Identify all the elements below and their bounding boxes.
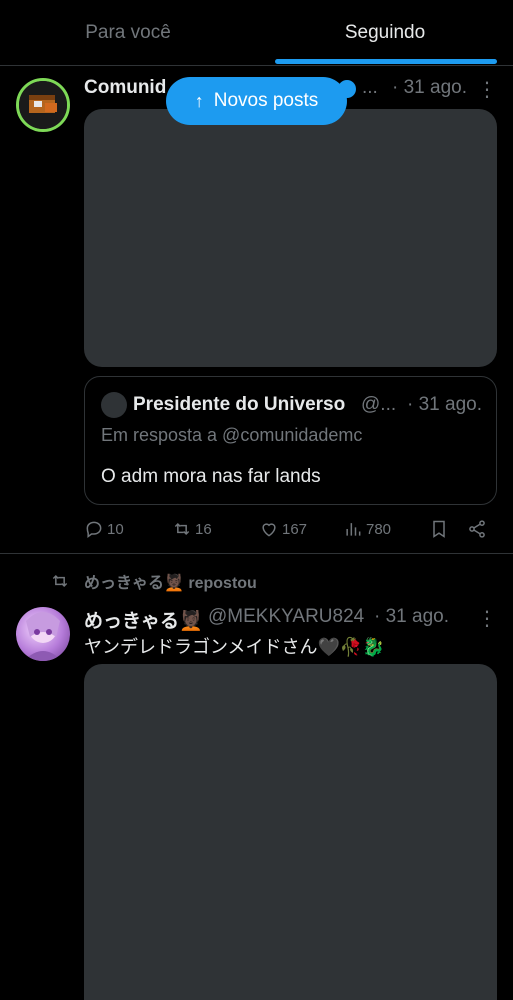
more-options-icon[interactable]: ⋮ (477, 80, 497, 100)
view-count: 780 (366, 520, 392, 538)
bookmark-button[interactable] (429, 519, 449, 539)
new-posts-button[interactable]: ↑ Novos posts (166, 77, 347, 125)
post-author-name[interactable]: めっきゃる💆🏿 (84, 606, 203, 633)
like-count: 167 (282, 520, 308, 538)
tab-seguindo[interactable]: Seguindo (257, 0, 513, 66)
repost-button[interactable]: 16 (172, 519, 212, 539)
views-icon (346, 523, 361, 536)
post-actions: 10 16 167 780 (84, 519, 497, 541)
avatar (101, 392, 127, 418)
post-timestamp[interactable]: · 31 ago. (392, 77, 467, 99)
reply-context: Em resposta a @comunidademc (101, 425, 363, 445)
reply-icon (86, 521, 102, 538)
views-button[interactable]: 780 (343, 519, 391, 539)
tab-para-voce[interactable]: Para você (0, 0, 256, 66)
post-handle[interactable]: @MEKKYARU824 (208, 606, 364, 628)
post-divider (0, 553, 513, 554)
avatar[interactable] (16, 78, 70, 132)
reposted-by-label: めっきゃる💆🏿 repostou (84, 575, 257, 592)
quoted-text: O adm mora nas far lands (101, 466, 321, 487)
arrow-up-icon: ↑ (194, 90, 204, 111)
share-icon (469, 520, 485, 538)
post-handle-ellipsis: ... (362, 77, 378, 98)
repost-icon (174, 522, 190, 536)
avatar-image (24, 612, 62, 661)
quoted-author-name: Presidente do Universo (133, 394, 346, 415)
heart-icon (262, 523, 276, 537)
reply-count: 10 (107, 520, 124, 538)
more-options-icon[interactable]: ⋮ (477, 609, 497, 629)
post-author-name[interactable]: Comunid (84, 77, 166, 99)
post-media[interactable] (84, 664, 497, 1000)
avatar-image (19, 81, 67, 129)
new-posts-label: Novos posts (213, 90, 319, 111)
post-text: ヤンデレドラゴンメイドさん🖤🥀🐉 (84, 637, 385, 657)
timeline-tabs: Para você Seguindo (0, 0, 513, 66)
post-timestamp[interactable]: · 31 ago. (374, 606, 449, 628)
active-tab-indicator (275, 59, 497, 64)
share-button[interactable] (467, 519, 487, 539)
reply-button[interactable]: 10 (84, 519, 124, 539)
post-media[interactable] (84, 109, 497, 367)
like-button[interactable]: 167 (259, 519, 307, 539)
bookmark-icon (433, 520, 445, 538)
avatar[interactable] (16, 607, 70, 661)
repost-count: 16 (195, 520, 212, 538)
quoted-post[interactable]: Presidente do Universo @... · 31 ago. Em… (84, 376, 497, 505)
repost-indicator[interactable]: めっきゃる💆🏿 repostou (50, 569, 257, 593)
quoted-timestamp: · 31 ago. (407, 394, 482, 415)
repost-icon (52, 574, 68, 588)
quoted-handle: @... (361, 394, 397, 415)
